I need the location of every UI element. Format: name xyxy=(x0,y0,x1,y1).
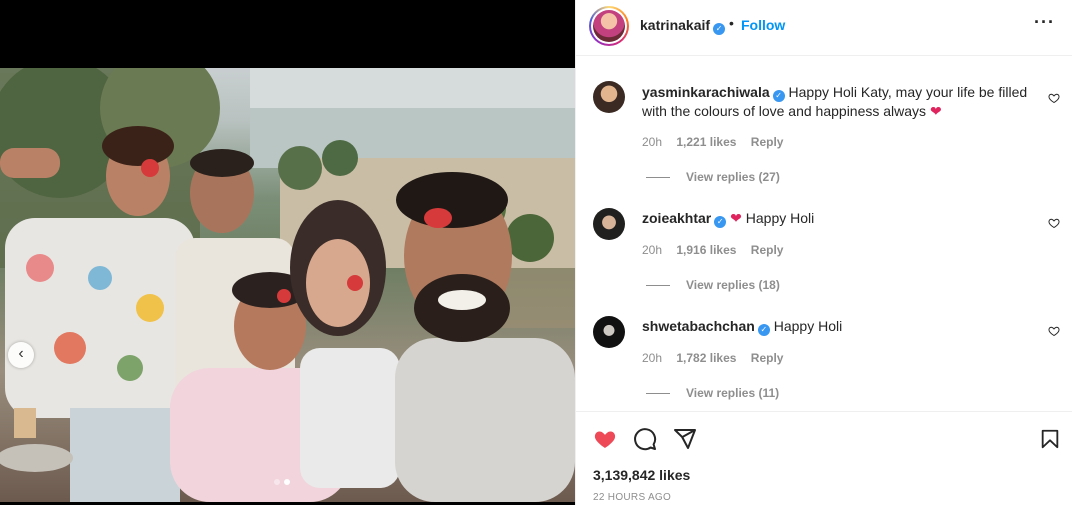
author-username-text: katrinakaif xyxy=(640,17,711,33)
post-photo[interactable]: ‹ xyxy=(0,68,575,502)
view-replies-text: View replies (11) xyxy=(686,386,780,400)
post-media: ‹ xyxy=(0,0,575,505)
carousel-dot xyxy=(274,479,280,485)
reply-button[interactable]: Reply xyxy=(751,243,784,257)
comment-meta: 20h 1,782 likes Reply xyxy=(642,351,794,365)
replies-divider xyxy=(646,177,670,179)
verified-badge-icon: ✓ xyxy=(714,216,727,228)
header-separator: • xyxy=(729,15,734,31)
author-avatar-image xyxy=(593,10,625,42)
post-header: katrinakaif ✓ • Follow ··· xyxy=(576,0,1072,56)
comments-list: yasminkarachiwala ✓ Happy Holi Katy, may … xyxy=(576,57,1072,411)
heart-outline-icon[interactable] xyxy=(1048,217,1060,229)
commenter-avatar[interactable] xyxy=(593,208,625,240)
post-details-panel: katrinakaif ✓ • Follow ··· yasminkarachiw… xyxy=(575,0,1072,505)
comment-likes[interactable]: 1,782 likes xyxy=(676,351,736,365)
comment-meta: 20h 1,916 likes Reply xyxy=(642,243,794,257)
comment-time[interactable]: 20h xyxy=(642,243,662,257)
commenter-avatar[interactable] xyxy=(593,81,625,113)
view-replies-button[interactable]: View replies (11) xyxy=(646,386,779,400)
carousel-dot-active xyxy=(284,479,290,485)
post-timestamp[interactable]: 22 HOURS AGO xyxy=(593,492,671,503)
heart-outline-icon[interactable] xyxy=(1048,325,1060,337)
author-avatar[interactable] xyxy=(589,6,629,46)
commenter-username[interactable]: shwetabachchan xyxy=(642,318,755,334)
verified-badge-icon: ✓ xyxy=(772,90,785,102)
follow-button[interactable]: Follow xyxy=(741,17,785,33)
comment-text: Happy Holi xyxy=(745,210,815,226)
view-replies-button[interactable]: View replies (18) xyxy=(646,278,780,292)
reply-button[interactable]: Reply xyxy=(751,135,784,149)
verified-badge-icon: ✓ xyxy=(757,324,770,336)
comment-body: yasminkarachiwala ✓ Happy Holi Katy, may … xyxy=(642,83,1032,120)
comment-body: shwetabachchan ✓ Happy Holi xyxy=(642,317,1032,336)
author-username[interactable]: katrinakaif ✓ xyxy=(640,17,726,35)
holi-group-photo xyxy=(0,68,575,502)
likes-count[interactable]: 3,139,842 likes xyxy=(593,467,690,483)
verified-badge-icon: ✓ xyxy=(713,23,726,35)
red-heart-emoji: ❤ xyxy=(730,210,742,226)
more-options-icon[interactable]: ··· xyxy=(1034,12,1055,33)
chevron-left-icon: ‹ xyxy=(18,345,24,362)
comment-body: zoieakhtar ✓ ❤ Happy Holi xyxy=(642,209,1032,228)
view-replies-text: View replies (18) xyxy=(686,278,780,292)
heart-outline-icon[interactable] xyxy=(1048,92,1060,104)
red-heart-emoji: ❤ xyxy=(929,103,942,119)
bookmark-icon[interactable] xyxy=(1039,427,1061,451)
carousel-prev-button[interactable]: ‹ xyxy=(8,342,34,368)
replies-divider xyxy=(646,285,670,287)
comment-time[interactable]: 20h xyxy=(642,351,662,365)
replies-divider xyxy=(646,393,670,395)
post-actions-bar xyxy=(576,411,1072,505)
paper-plane-icon[interactable] xyxy=(673,427,697,451)
commenter-avatar[interactable] xyxy=(593,316,625,348)
comment-meta: 20h 1,221 likes Reply xyxy=(642,135,794,149)
view-replies-text: View replies (27) xyxy=(686,170,780,184)
comment-text: Happy Holi xyxy=(773,318,843,334)
commenter-username[interactable]: yasminkarachiwala xyxy=(642,84,770,100)
comment-likes[interactable]: 1,221 likes xyxy=(676,135,736,149)
reply-button[interactable]: Reply xyxy=(751,351,784,365)
heart-filled-icon[interactable] xyxy=(592,427,618,451)
comment-icon[interactable] xyxy=(633,427,657,451)
carousel-indicator xyxy=(274,479,290,485)
view-replies-button[interactable]: View replies (27) xyxy=(646,170,780,184)
comment-time[interactable]: 20h xyxy=(642,135,662,149)
commenter-username[interactable]: zoieakhtar xyxy=(642,210,711,226)
comment-likes[interactable]: 1,916 likes xyxy=(676,243,736,257)
